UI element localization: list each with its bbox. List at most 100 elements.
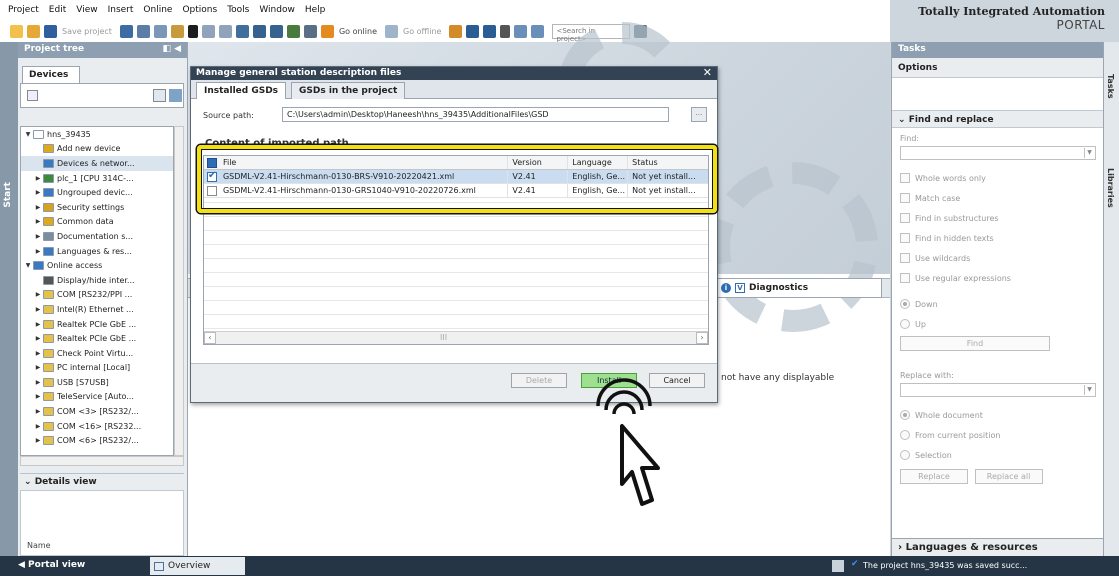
split-horizontal-icon[interactable] [514, 24, 528, 38]
row-checkbox-cell[interactable] [204, 185, 220, 196]
tab-installed-gsds[interactable]: Installed GSDs [196, 82, 287, 99]
accessible-devices-icon[interactable] [449, 24, 463, 38]
overview-tab[interactable]: Overview [150, 557, 245, 575]
tree-item[interactable]: ▶ COM <16> [RS232... [21, 419, 173, 434]
column-language[interactable]: Language [568, 156, 629, 169]
tree-item[interactable]: ▶ Realtek PCIe GbE ... [21, 331, 173, 346]
menu-item-online[interactable]: Online [143, 5, 172, 15]
tree-item[interactable]: ▶ Security settings [21, 200, 173, 215]
source-path-field[interactable]: C:\Users\admin\Desktop\Haneesh\hns_39435… [282, 107, 669, 122]
column-version[interactable]: Version [508, 156, 569, 169]
find-option-checkbox[interactable]: Match case [900, 188, 1096, 208]
tree-item[interactable]: ▶ COM <6> [RS232/... [21, 433, 173, 448]
menu-item-project[interactable]: Project [8, 5, 39, 15]
replace-all-button[interactable]: Replace all [974, 469, 1043, 484]
tree-item[interactable]: ▼ hns_39435 [21, 127, 173, 142]
tree-expander-icon[interactable]: ▶ [33, 393, 43, 400]
tree-expander-icon[interactable]: ▶ [33, 321, 43, 328]
menu-item-edit[interactable]: Edit [49, 5, 66, 15]
go-offline-button[interactable]: Go offline [403, 27, 441, 36]
tree-expander-icon[interactable]: ▶ [33, 233, 43, 240]
find-input[interactable]: ▼ [900, 146, 1096, 160]
tree-expander-icon[interactable]: ▼ [23, 131, 33, 138]
tree-item[interactable]: Add new device [21, 142, 173, 157]
tree-item[interactable]: ▶ Ungrouped devic... [21, 185, 173, 200]
tree-item[interactable]: ▶ PC internal [Local] [21, 361, 173, 376]
tree-expander-icon[interactable]: ▶ [33, 189, 43, 196]
select-all-checkbox[interactable] [206, 157, 217, 168]
tree-expander-icon[interactable]: ▶ [33, 350, 43, 357]
tree-expander-icon[interactable]: ▶ [33, 291, 43, 298]
cut-icon[interactable] [136, 24, 150, 38]
tree-item[interactable]: Display/hide inter... [21, 273, 173, 288]
tree-expander-icon[interactable]: ▶ [33, 175, 43, 182]
menu-item-options[interactable]: Options [182, 5, 217, 15]
new-project-icon[interactable] [10, 24, 23, 38]
tab-devices[interactable]: Devices [22, 66, 80, 84]
collapse-panel-icon[interactable]: ◧ ◀ [162, 44, 181, 56]
tree-expander-icon[interactable]: ▶ [33, 364, 43, 371]
replace-button[interactable]: Replace [900, 469, 968, 484]
tab-gsds-in-project[interactable]: GSDs in the project [291, 82, 406, 99]
tree-item[interactable]: ▼ Online access [21, 258, 173, 273]
tree-item[interactable]: ▶ Languages & res... [21, 244, 173, 259]
close-icon[interactable]: ✕ [703, 67, 712, 79]
start-strip[interactable]: Start [0, 42, 18, 556]
dropdown-arrow-icon[interactable]: ▼ [1084, 385, 1094, 395]
tree-expander-icon[interactable]: ▶ [33, 204, 43, 211]
grid-view-icon[interactable] [153, 89, 166, 102]
direction-down-radio[interactable]: Down [900, 294, 1096, 314]
replace-scope-radio[interactable]: Selection [900, 445, 1096, 465]
select-all-cell[interactable] [204, 157, 220, 168]
table-row[interactable]: GSDML-V2.41-Hirschmann-0130-GRS1040-V910… [204, 184, 708, 198]
delete-icon[interactable] [187, 24, 198, 38]
details-view-header[interactable]: ⌄ Details view [20, 473, 184, 490]
find-option-checkbox[interactable]: Find in substructures [900, 208, 1096, 228]
row-checkbox[interactable] [206, 185, 217, 196]
tree-item[interactable]: ▶ TeleService [Auto... [21, 390, 173, 405]
find-option-checkbox[interactable]: Whole words only [900, 168, 1096, 188]
cancel-button[interactable]: Cancel [649, 373, 705, 388]
find-option-checkbox[interactable]: Find in hidden texts [900, 228, 1096, 248]
menu-item-window[interactable]: Window [259, 5, 295, 15]
download-icon[interactable] [252, 24, 266, 38]
tab-tasks-vertical[interactable]: Tasks [1106, 74, 1115, 99]
menu-item-help[interactable]: Help [305, 5, 326, 15]
table-row[interactable]: GSDML-V2.41-Hirschmann-0130-BRS-V910-202… [204, 170, 708, 184]
status-icon[interactable] [832, 560, 844, 572]
column-file[interactable]: File [220, 156, 509, 169]
browse-button[interactable]: ... [691, 107, 707, 122]
tree-expander-icon[interactable]: ▶ [33, 379, 43, 386]
open-project-icon[interactable] [27, 24, 40, 38]
tree-item[interactable]: ▶ Documentation s... [21, 229, 173, 244]
tree-expander-icon[interactable]: ▶ [33, 218, 43, 225]
install-button[interactable]: Install [581, 373, 637, 388]
row-checkbox-cell[interactable] [204, 170, 220, 182]
tree-expander-icon[interactable]: ▶ [33, 437, 43, 444]
tree-vertical-scrollbar[interactable] [174, 126, 184, 456]
table-horizontal-scrollbar[interactable]: ‹ III › [204, 331, 708, 344]
save-icon[interactable] [44, 24, 57, 38]
replace-scope-radio[interactable]: From current position [900, 425, 1096, 445]
tree-horizontal-scrollbar[interactable] [20, 456, 184, 466]
tree-options-icon[interactable] [169, 89, 182, 102]
languages-resources-header[interactable]: › Languages & resources [892, 538, 1103, 556]
tree-expander-icon[interactable]: ▶ [33, 423, 43, 430]
redo-icon[interactable] [218, 24, 232, 38]
scroll-right-icon[interactable]: › [696, 332, 708, 344]
copy-icon[interactable] [153, 24, 167, 38]
tree-item[interactable]: ▶ COM <3> [RS232/... [21, 404, 173, 419]
device-icon[interactable] [303, 24, 317, 38]
compile-icon[interactable] [235, 24, 249, 38]
menu-item-insert[interactable]: Insert [108, 5, 134, 15]
menu-item-tools[interactable]: Tools [227, 5, 249, 15]
tree-item[interactable]: ▶ USB [S7USB] [21, 375, 173, 390]
tree-expander-icon[interactable]: ▶ [33, 335, 43, 342]
stop-cpu-icon[interactable] [483, 24, 497, 38]
replace-scope-radio[interactable]: Whole document [900, 405, 1096, 425]
find-replace-header[interactable]: ⌄ Find and replace [892, 110, 1103, 128]
tree-item[interactable]: Devices & networ... [21, 156, 173, 171]
paste-icon[interactable] [170, 24, 184, 38]
save-project-button[interactable]: Save project [62, 27, 112, 36]
delete-button[interactable]: Delete [511, 373, 567, 388]
